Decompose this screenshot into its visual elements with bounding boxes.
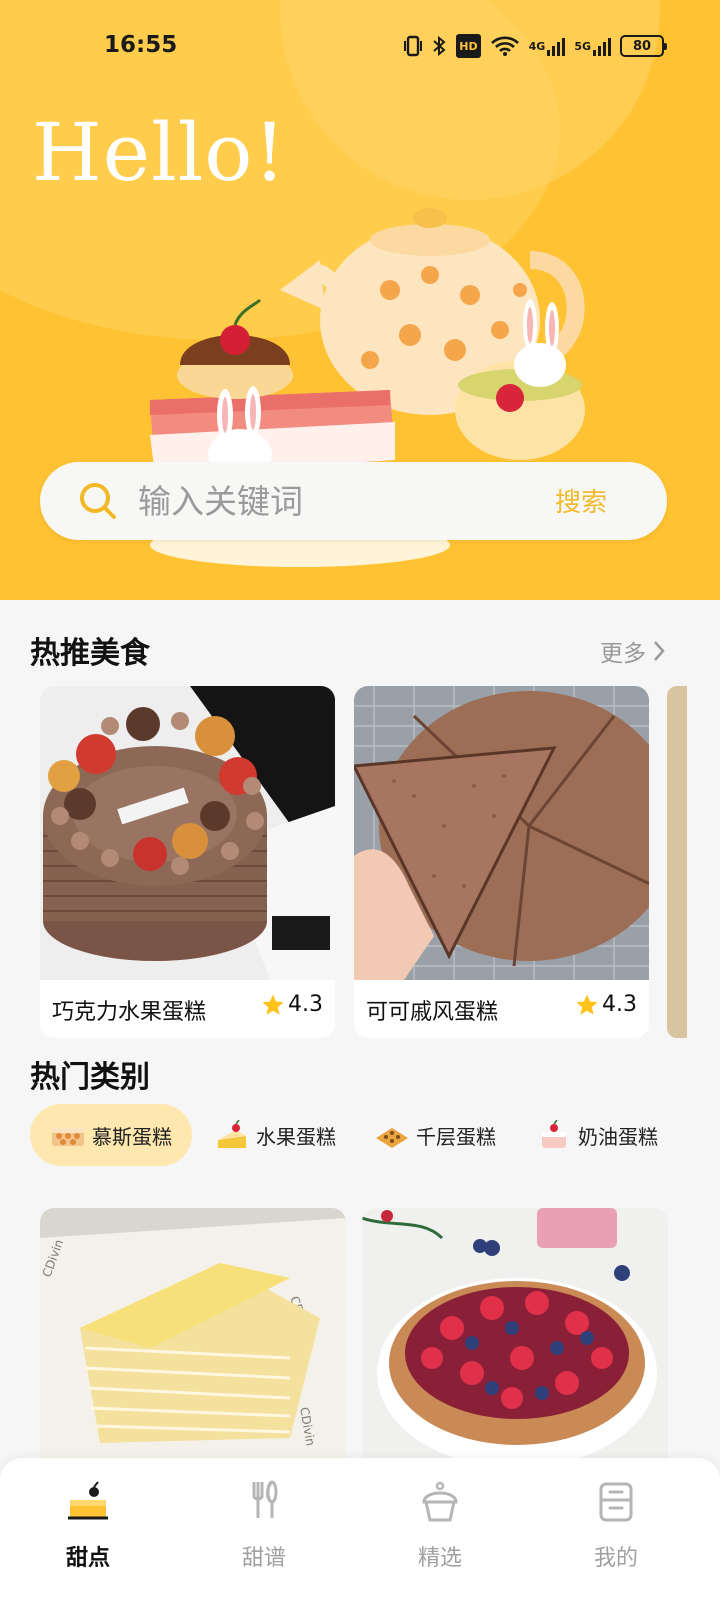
tab-label: 精选	[417, 1546, 462, 1571]
search-button[interactable]: 搜索	[555, 482, 607, 519]
category-label: 千层蛋糕	[416, 1124, 496, 1149]
battery-icon: 80	[620, 35, 667, 57]
category-chip-fruit[interactable]: 水果蛋糕	[214, 1104, 336, 1166]
berry-tart-photo	[362, 1208, 668, 1468]
feed-card[interactable]: CDivin CDivin CDivin	[40, 1208, 346, 1468]
status-bar: 16:55 HD 4G 5G 80	[0, 30, 720, 66]
chevron-right-icon	[654, 641, 665, 661]
status-icons: HD 4G 5G 80	[404, 34, 667, 58]
cake-icon	[68, 1481, 108, 1520]
category-list: 慕斯蛋糕 水果蛋糕 千层蛋糕 奶油蛋糕	[30, 1104, 690, 1166]
hot-food-name: 可可戚风蛋糕	[366, 1000, 499, 1025]
greeting-title: Hello!	[32, 106, 287, 199]
star-icon	[262, 994, 284, 1015]
category-section-title: 热门类别	[30, 1060, 150, 1095]
hot-food-rating: 4.3	[575, 992, 637, 1017]
category-label: 慕斯蛋糕	[92, 1124, 172, 1149]
rating-value: 4.3	[602, 992, 637, 1017]
tab-label: 甜谱	[241, 1546, 286, 1571]
bluetooth-icon	[431, 34, 447, 58]
hot-food-name: 巧克力水果蛋糕	[52, 1000, 207, 1025]
cream-cake-icon	[542, 1120, 566, 1148]
more-link[interactable]: 更多	[600, 634, 666, 668]
hd-voice-icon: HD	[456, 34, 481, 58]
rating-value: 4.3	[288, 992, 323, 1017]
tab-profile[interactable]: 我的	[556, 1478, 676, 1588]
network-4g-label: 4G	[528, 39, 546, 53]
search-bar: 搜索	[40, 462, 667, 540]
hot-food-card[interactable]: 巧克力水果蛋糕 4.3	[40, 686, 335, 1038]
cocoa-chiffon-cake-photo	[354, 686, 649, 980]
tab-label: 我的	[593, 1546, 638, 1571]
fruit-cake-icon	[218, 1120, 246, 1148]
search-icon	[80, 483, 116, 519]
bottom-tab-bar: 甜点 甜谱 精选 我的	[0, 1458, 720, 1600]
wifi-icon	[490, 34, 520, 58]
utensils-icon	[252, 1480, 278, 1518]
status-time: 16:55	[104, 32, 178, 58]
tab-desserts[interactable]: 甜点	[28, 1478, 148, 1588]
tab-featured[interactable]: 精选	[380, 1478, 500, 1588]
layer-cake-icon	[376, 1128, 408, 1148]
hot-food-card-peek[interactable]	[667, 686, 687, 1038]
category-chip-layer[interactable]: 千层蛋糕	[374, 1104, 496, 1166]
hero-banner: 16:55 HD 4G 5G 80 Hello! 输入关键词 搜索	[0, 0, 720, 600]
tab-recipes[interactable]: 甜谱	[204, 1478, 324, 1588]
hot-section-title: 热推美食	[30, 636, 150, 671]
chocolate-fruit-cake-photo	[40, 686, 335, 980]
profile-icon	[599, 1482, 633, 1522]
more-label: 更多	[600, 641, 646, 667]
network-5g-label: 5G	[574, 39, 591, 53]
durian-crepe-cake-photo: CDivin CDivin CDivin	[40, 1208, 346, 1468]
hot-food-rating: 4.3	[261, 992, 323, 1017]
signal-4g-icon: 4G	[529, 34, 566, 58]
search-input[interactable]	[138, 476, 518, 526]
category-chip-cream[interactable]: 奶油蛋糕	[536, 1104, 658, 1166]
hot-food-card[interactable]: 可可戚风蛋糕 4.3	[354, 686, 649, 1038]
tab-label: 甜点	[65, 1546, 110, 1571]
feed-card[interactable]	[362, 1208, 668, 1468]
signal-5g-icon: 5G	[574, 34, 611, 58]
category-label: 水果蛋糕	[256, 1124, 336, 1149]
star-icon	[576, 994, 598, 1015]
vibrate-icon	[404, 34, 423, 58]
cupcake-icon	[422, 1481, 458, 1522]
category-chip-mousse[interactable]: 慕斯蛋糕	[30, 1104, 192, 1166]
category-label: 奶油蛋糕	[578, 1124, 658, 1149]
mousse-cake-icon	[52, 1128, 84, 1146]
